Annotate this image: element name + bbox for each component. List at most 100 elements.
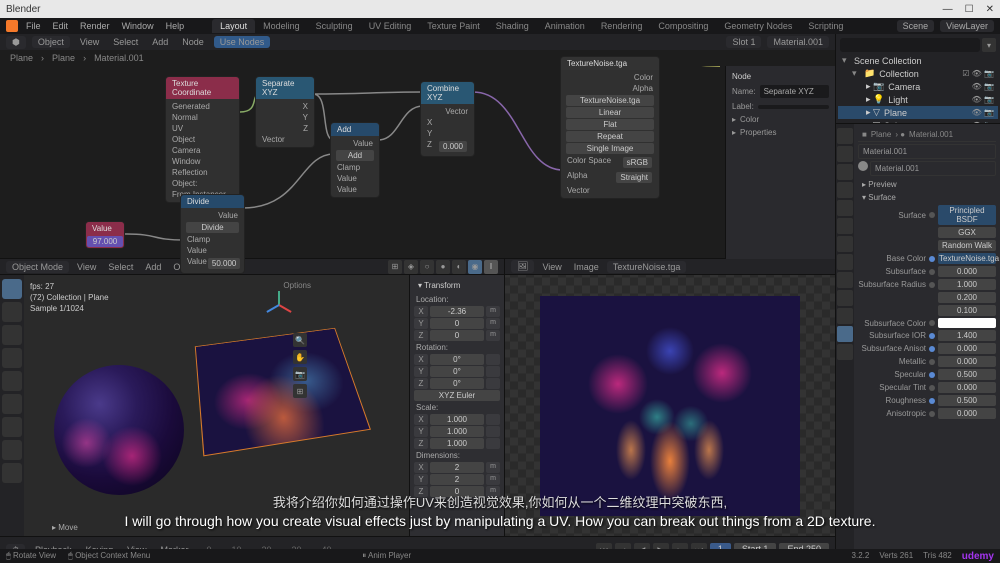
preview-section[interactable]: ▸ Preview [858, 178, 996, 191]
vp-overlay-icon[interactable]: ⊞ [388, 260, 402, 274]
menu-file[interactable]: File [22, 21, 45, 31]
tab-sculpting[interactable]: Sculpting [308, 19, 361, 33]
ptab-scene[interactable] [837, 182, 853, 198]
node-math-divide[interactable]: Divide Value Divide Clamp Value Value50.… [180, 194, 245, 274]
ptab-texture[interactable] [837, 344, 853, 360]
vp-shade-matprev-icon[interactable]: ◐ [452, 260, 466, 274]
bc-material[interactable]: Material.001 [94, 53, 144, 63]
rot-x[interactable]: 0° [430, 354, 484, 365]
rot-z[interactable]: 0° [430, 378, 484, 389]
sss-method[interactable]: Random Walk [938, 240, 996, 251]
blender-logo-icon[interactable] [6, 20, 18, 32]
tool-annotate[interactable] [2, 417, 22, 437]
metallic[interactable]: 0.000 [938, 356, 996, 367]
img-editor-type[interactable]: 🖼 [511, 260, 534, 273]
tab-rendering[interactable]: Rendering [593, 19, 651, 33]
image-canvas[interactable] [505, 275, 835, 536]
nav-gizmo[interactable] [259, 285, 299, 325]
img-menu-view[interactable]: View [538, 262, 565, 272]
viewlayer-selector[interactable]: ViewLayer [940, 20, 994, 32]
sss-aniso[interactable]: 0.000 [938, 343, 996, 354]
tab-geonodes[interactable]: Geometry Nodes [716, 19, 800, 33]
ptab-modifiers[interactable] [837, 236, 853, 252]
maximize-button[interactable]: ☐ [965, 4, 974, 15]
camera-icon[interactable]: 📷 [293, 367, 307, 381]
node-math-add[interactable]: Add Value Add Clamp Value Value [330, 122, 380, 198]
material-selector[interactable]: Material.001 [767, 36, 829, 48]
tree-plane[interactable]: ▸ ▽ Plane👁 📷 [838, 106, 998, 119]
object-mode-selector[interactable]: Object [32, 36, 70, 48]
node-value[interactable]: Value 97.000 [85, 221, 125, 249]
shader-menu-node[interactable]: Node [178, 37, 208, 47]
surface-shader[interactable]: Principled BSDF [938, 205, 996, 225]
ptab-constraints[interactable] [837, 290, 853, 306]
use-nodes-toggle[interactable]: Use Nodes [214, 36, 271, 48]
tool-rotate[interactable] [2, 348, 22, 368]
tool-select-box[interactable] [2, 279, 22, 299]
scl-x[interactable]: 1.000 [430, 414, 484, 425]
shader-menu-add[interactable]: Add [148, 37, 172, 47]
bc-object[interactable]: Plane [10, 53, 33, 63]
panel-properties[interactable]: ▸ Properties [730, 126, 831, 139]
panel-color[interactable]: ▸ Color [730, 113, 831, 126]
ptab-object[interactable] [837, 218, 853, 234]
vp-shade-wire-icon[interactable]: ○ [420, 260, 434, 274]
slot-selector[interactable]: Slot 1 [726, 36, 761, 48]
menu-edit[interactable]: Edit [49, 21, 73, 31]
tab-scripting[interactable]: Scripting [800, 19, 851, 33]
spec-tint[interactable]: 0.000 [938, 382, 996, 393]
sss-ior[interactable]: 1.400 [938, 330, 996, 341]
sss-radius-y[interactable]: 0.200 [938, 292, 996, 303]
loc-y[interactable]: 0 [430, 318, 484, 329]
material-name-input[interactable]: Material.001 [870, 161, 996, 176]
vp-menu-select[interactable]: Select [104, 262, 137, 272]
tab-layout[interactable]: Layout [212, 19, 255, 33]
dim-y[interactable]: 2 [430, 474, 484, 485]
ptab-world[interactable] [837, 200, 853, 216]
vp-menu-view[interactable]: View [73, 262, 100, 272]
surface-section[interactable]: ▾ Surface [858, 191, 996, 204]
scene-selector[interactable]: Scene [897, 20, 935, 32]
perspective-icon[interactable]: ⊞ [293, 384, 307, 398]
close-button[interactable]: ✕ [986, 4, 994, 15]
img-selector[interactable]: TextureNoise.tga [607, 261, 687, 273]
tab-anim[interactable]: Animation [537, 19, 593, 33]
pan-icon[interactable]: ✋ [293, 350, 307, 364]
node-separate-xyz[interactable]: Separate XYZ X Y Z Vector [255, 76, 315, 148]
node-texture-coordinate[interactable]: Texture Coordinate Generated Normal UV O… [165, 76, 240, 203]
vp-shade-solid-icon[interactable]: ● [436, 260, 450, 274]
ptab-render[interactable] [837, 128, 853, 144]
vp-shade-rendered-icon[interactable]: ◉ [468, 260, 482, 274]
tab-uv[interactable]: UV Editing [361, 19, 420, 33]
shader-menu-view[interactable]: View [76, 37, 103, 47]
tool-transform[interactable] [2, 394, 22, 414]
node-canvas[interactable]: Texture Coordinate Generated Normal UV O… [0, 66, 835, 259]
menu-render[interactable]: Render [76, 21, 114, 31]
node-image-texture[interactable]: TextureNoise.tga Color Alpha TextureNois… [560, 56, 660, 199]
tree-camera[interactable]: ▸ 📷 Camera👁 📷 [838, 80, 998, 93]
tab-texpaint[interactable]: Texture Paint [419, 19, 488, 33]
viewport-3d-canvas[interactable]: fps: 27 (72) Collection | Plane Sample 1… [24, 275, 409, 536]
subsurface[interactable]: 0.000 [938, 266, 996, 277]
dim-x[interactable]: 2 [430, 462, 484, 473]
vp-menu-add[interactable]: Add [141, 262, 165, 272]
specular[interactable]: 0.500 [938, 369, 996, 380]
tool-move[interactable] [2, 325, 22, 345]
roughness[interactable]: 0.500 [938, 395, 996, 406]
sss-radius-x[interactable]: 1.000 [938, 279, 996, 290]
scl-y[interactable]: 1.000 [430, 426, 484, 437]
loc-x[interactable]: -2.36 [430, 306, 484, 317]
tab-shading[interactable]: Shading [488, 19, 537, 33]
tree-collection[interactable]: ▾📁 Collection☑ 👁 📷 [838, 67, 998, 80]
tool-cursor[interactable] [2, 302, 22, 322]
material-slot[interactable]: Material.001 [858, 144, 996, 159]
ptab-material[interactable] [837, 326, 853, 342]
pause-render-icon[interactable]: ‖ [484, 260, 498, 274]
bc-data[interactable]: Plane [52, 53, 75, 63]
tool-scale[interactable] [2, 371, 22, 391]
ptab-physics[interactable] [837, 272, 853, 288]
node-name-input[interactable]: Separate XYZ [760, 85, 829, 98]
dim-z[interactable]: 0 [430, 486, 484, 497]
node-label-input[interactable] [758, 105, 829, 109]
node-combine-xyz[interactable]: Combine XYZ Vector X Y Z0.000 [420, 81, 475, 157]
